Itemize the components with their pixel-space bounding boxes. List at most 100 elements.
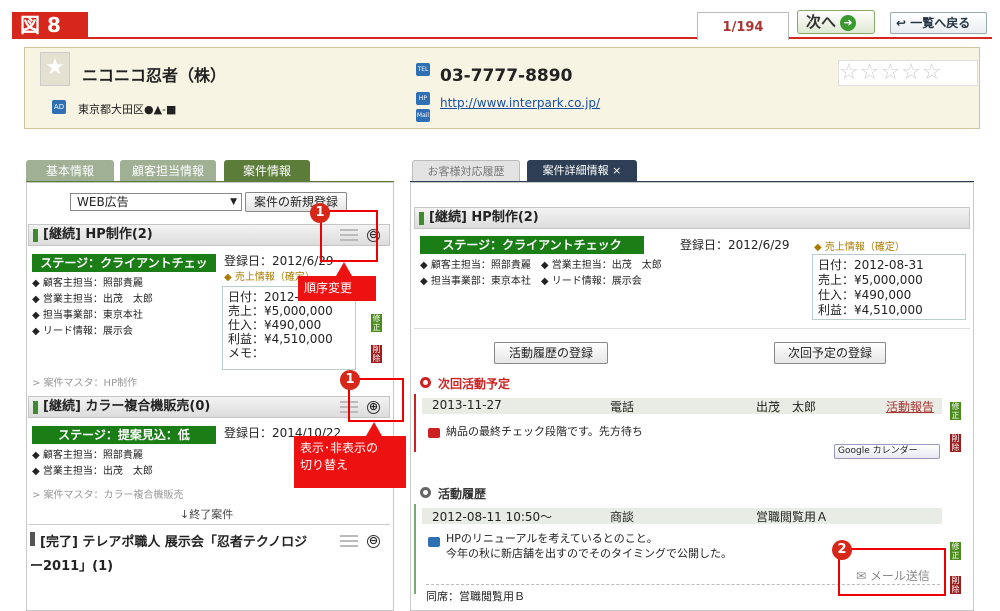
annotation-number: 1 xyxy=(310,203,330,223)
activity-report-link[interactable]: 活動報告 xyxy=(886,398,934,415)
fin-cost: 仕入：¥490,000 xyxy=(228,318,322,332)
delete-button[interactable]: 削除 xyxy=(950,434,961,452)
history-message: HPのリニューアルを考えているとのこと。 xyxy=(446,532,658,545)
next-type: 電話 xyxy=(610,400,635,414)
fin-profit: 利益：¥4,510,000 xyxy=(818,303,923,317)
rating-stars[interactable]: ☆☆☆☆☆ xyxy=(838,60,978,86)
ended-deals-toggle[interactable]: ↓終了案件 xyxy=(180,506,233,522)
fin-memo: メモ： xyxy=(228,346,265,360)
finance-box: 日付：2012-08-31 売上：¥5,000,000 仕入：¥490,000 … xyxy=(812,254,966,320)
tab-customer-history[interactable]: お客様対応履歴 xyxy=(412,160,520,182)
tab-customer-contact[interactable]: 顧客担当情報 xyxy=(120,160,216,182)
edit-button[interactable]: 修正 xyxy=(950,542,961,560)
arrow-right-icon: ➜ xyxy=(840,14,857,31)
annotation-box-mail xyxy=(838,548,946,596)
pager-indicator: 1/194 xyxy=(697,12,789,40)
delete-button[interactable]: 削除 xyxy=(950,576,961,594)
next-button[interactable]: 次へ ➜ xyxy=(797,10,875,34)
new-deal-button[interactable]: 案件の新規登録 xyxy=(245,192,347,212)
field-line: ◆ 担当事業部：東京本社 xyxy=(32,310,143,321)
annotation-label-toggle: 表示･非表示の 切り替え xyxy=(294,436,406,488)
next-message: 納品の最終チェック段階です。先方待ち xyxy=(446,425,643,438)
deal-title: [継続] カラー複合機販売(0) xyxy=(43,399,211,414)
deal-detail-header: [継続] HP制作(2) xyxy=(414,207,970,229)
fin-profit: 利益：¥4,510,000 xyxy=(228,332,333,346)
stage-badge: ステージ：クライアントチェック xyxy=(420,236,644,254)
section-bar xyxy=(30,532,35,546)
section-bar xyxy=(33,229,38,242)
deal-header: [継続] カラー複合機販売(0) xyxy=(28,396,390,418)
bullet-icon xyxy=(420,487,431,498)
field-line: ◆ 営業主担当：出茂 太郎 xyxy=(32,466,153,477)
history-title: 活動履歴 xyxy=(438,487,487,501)
divider xyxy=(414,328,970,329)
next-date: 2013-11-27 xyxy=(432,398,502,412)
annotation-label-reorder: 順序変更 xyxy=(298,276,376,301)
field-line: ◆ 顧客主担当：照部貴麗 xyxy=(32,278,143,289)
annotation-number: 2 xyxy=(832,540,852,560)
company-url-link[interactable]: http://www.interpark.co.jp/ xyxy=(440,96,600,110)
reg-date: 登録日：2012/6/29 xyxy=(680,238,790,252)
company-tel: 03-7777-8890 xyxy=(440,66,573,86)
field-line: ◆ リード情報：展示会 xyxy=(32,326,133,337)
favorite-star-icon[interactable]: ★ xyxy=(40,52,70,86)
deal-title: [完了] テレアポ職人 展示会「忍者テクノロジ xyxy=(40,535,308,550)
drag-handle-icon[interactable] xyxy=(340,535,358,547)
comment-icon xyxy=(428,428,440,438)
divider xyxy=(12,37,992,39)
deal-title: [継続] HP制作(2) xyxy=(43,227,153,242)
back-to-list-button[interactable]: ↩ 一覧へ戻る xyxy=(890,12,987,34)
divider xyxy=(414,394,416,452)
tab-basic-info[interactable]: 基本情報 xyxy=(26,160,114,182)
category-select[interactable]: WEB広告 ▼ xyxy=(70,193,242,211)
tab-label: 案件詳細情報 xyxy=(542,164,609,177)
annotation-text: 切り替え xyxy=(300,458,349,472)
divider xyxy=(414,504,416,594)
stage-badge: ステージ：クライアントチェッ xyxy=(32,254,216,272)
edit-button[interactable]: 修正 xyxy=(371,314,382,332)
close-icon[interactable]: × xyxy=(612,164,621,177)
tab-deal-info[interactable]: 案件情報 xyxy=(224,160,310,182)
history-message: 今年の秋に新店舗を出すのでそのタイミングで公開した。 xyxy=(446,547,732,560)
mail-icon[interactable]: Mail xyxy=(416,109,430,122)
deal-title-cont: ー2011」(1) xyxy=(30,559,114,574)
deal-master-link[interactable]: > 案件マスタ：HP制作 xyxy=(32,374,137,389)
tab-deal-detail[interactable]: 案件詳細情報 × xyxy=(527,160,637,182)
register-activity-button[interactable]: 活動履歴の登録 xyxy=(494,342,608,364)
annotation-pointer xyxy=(366,422,382,436)
tel-icon: TEL xyxy=(416,63,430,76)
collapse-icon[interactable]: ⊖ xyxy=(367,535,380,548)
sales-info-label: ◆ 売上情報（確定） xyxy=(814,242,905,253)
reg-date: 登録日：2012/6/29 xyxy=(224,254,334,268)
delete-button[interactable]: 削除 xyxy=(371,345,382,363)
deal-detail-title: [継続] HP制作(2) xyxy=(429,210,539,225)
register-next-button[interactable]: 次回予定の登録 xyxy=(774,342,886,364)
stage-badge: ステージ：提案見込：低 xyxy=(32,426,216,444)
deal-master-link[interactable]: > 案件マスタ：カラー複合機販売 xyxy=(32,486,184,501)
divider xyxy=(28,524,390,525)
fin-date: 日付：2012-08-31 xyxy=(818,258,924,272)
edit-button[interactable]: 修正 xyxy=(950,402,961,420)
section-bar xyxy=(419,212,424,225)
annotation-text: 表示･非表示の xyxy=(300,441,379,455)
fin-sales: 売上：¥5,000,000 xyxy=(818,273,923,287)
next-label: 次へ xyxy=(806,13,837,31)
attendee-label: 同席：営職閲覧用Ｂ xyxy=(426,590,525,603)
history-type: 商談 xyxy=(610,510,635,524)
field-line: ◆ 顧客主担当：照部貴麗 ◆ 営業主担当：出茂 太郎 xyxy=(420,260,662,271)
annotation-number: 1 xyxy=(340,370,360,390)
next-activity-title: 次回活動予定 xyxy=(438,377,511,391)
select-value: WEB広告 xyxy=(77,195,129,209)
back-label: 一覧へ戻る xyxy=(910,16,971,30)
company-name: ニコニコ忍者（株） xyxy=(82,66,227,85)
section-bar xyxy=(33,401,38,414)
figure-label: 図 8 xyxy=(12,12,88,38)
return-arrow-icon: ↩ xyxy=(896,16,907,30)
history-date: 2012-08-11 10:50～ xyxy=(432,510,553,524)
chevron-down-icon: ▼ xyxy=(230,197,237,207)
fin-cost: 仕入：¥490,000 xyxy=(818,288,912,302)
field-line: ◆ 顧客主担当：照部貴麗 xyxy=(32,450,143,461)
annotation-pointer xyxy=(336,262,352,276)
field-line: ◆ 営業主担当：出茂 太郎 xyxy=(32,294,153,305)
google-calendar-button[interactable]: Google カレンダー xyxy=(834,444,940,459)
